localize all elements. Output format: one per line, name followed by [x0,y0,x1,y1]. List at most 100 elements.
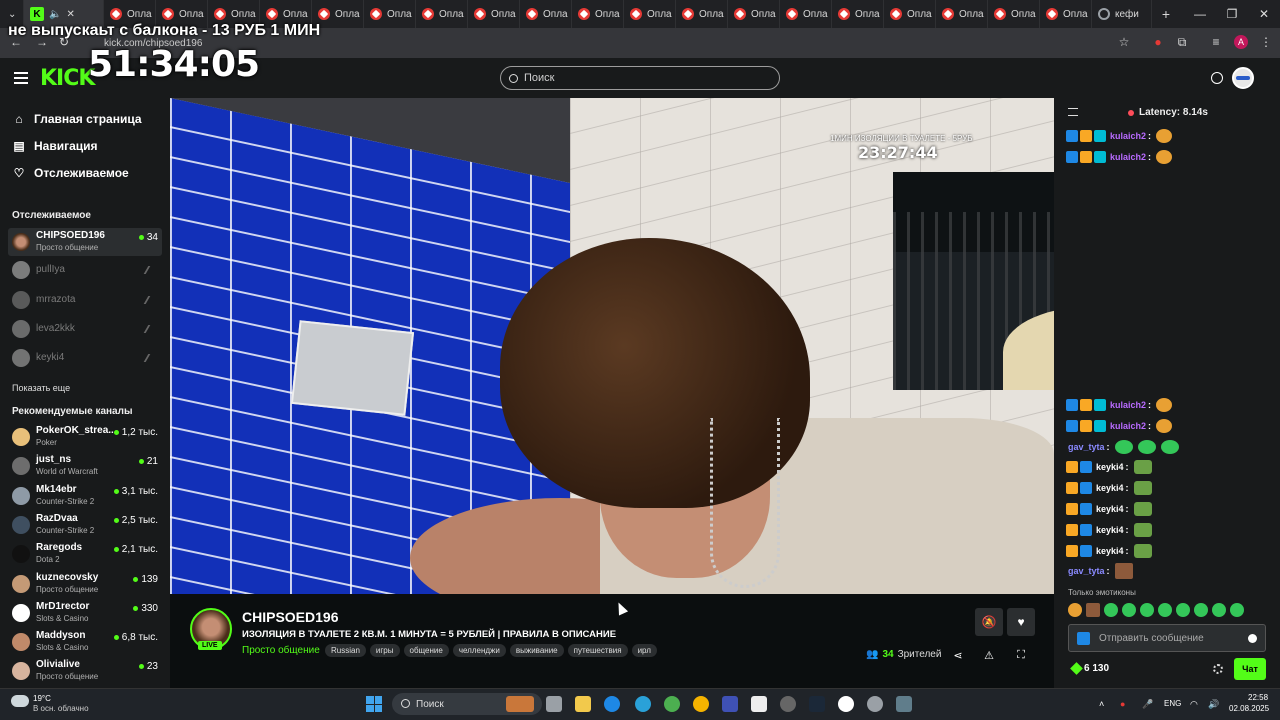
kick-logo[interactable]: KICK [40,66,95,91]
sidebar-channel[interactable]: Maddyson Slots & Casino 6,8 тыс. [8,628,162,656]
edge-icon[interactable] [604,696,620,712]
document-app-icon[interactable] [751,696,767,712]
emote-icon[interactable] [1104,603,1118,617]
chat-username[interactable]: keyki4 [1096,462,1124,472]
menu-hamburger-icon[interactable] [14,72,28,84]
browser-tab[interactable]: Опла [936,0,988,28]
tray-app-icon[interactable]: ● [1120,699,1130,709]
browser-tab[interactable]: Опла [884,0,936,28]
browser-tab[interactable]: Опла [780,0,832,28]
emote-icon[interactable] [1086,603,1100,617]
emote-icon[interactable] [1122,603,1136,617]
extension-icon[interactable]: ● [1150,34,1166,50]
chat-username[interactable]: kulaich2 [1110,421,1146,431]
stream-tag[interactable]: Russian [325,644,366,657]
wifi-icon[interactable]: ◠ [1190,699,1200,709]
sidebar-channel[interactable]: Raregods Dota 2 2,1 тыс. [8,540,162,568]
nav-following[interactable]: ♡ Отслеживаемое [12,166,129,180]
stream-tag[interactable]: челленджи [452,644,506,657]
browser-tab[interactable]: Опла [676,0,728,28]
share-icon[interactable]: ⋖ [951,648,965,662]
yandex-music-icon[interactable] [693,696,709,712]
tray-expand-icon[interactable]: ˄ [1099,699,1109,709]
tab-close-icon[interactable]: ✕ [66,9,74,20]
chat-username[interactable]: keyki4 [1096,483,1124,493]
show-more-link[interactable]: Показать еще [12,383,70,393]
notifications-icon[interactable] [1211,72,1223,84]
sidebar-channel[interactable]: pullIya [8,256,162,284]
maximize-icon[interactable]: ❐ [1216,0,1248,28]
browser-tab[interactable]: Опла [364,0,416,28]
windows-start-icon[interactable] [366,696,382,712]
chrome-icon[interactable] [664,696,680,712]
chat-username[interactable]: kulaich2 [1110,152,1146,162]
channel-points[interactable]: 6 130 [1072,663,1109,674]
sidebar-channel[interactable]: kuznecovsky Просто общение 139 [8,570,162,598]
new-tab-button[interactable]: + [1152,0,1180,28]
chat-input-box[interactable] [1068,624,1266,652]
kick-badge-icon[interactable] [1077,632,1090,645]
stream-tag[interactable]: ирл [631,644,657,657]
sidebar-channel[interactable]: leva2kkk [8,315,162,343]
file-explorer-icon[interactable] [575,696,591,712]
report-icon[interactable]: ⚠ [982,648,996,662]
stream-tag[interactable]: общение [403,644,449,657]
browser-tab[interactable]: Опла [520,0,572,28]
yandex-browser-icon[interactable] [838,696,854,712]
weather-temp[interactable]: 19°C [33,694,51,703]
chart-app-icon[interactable] [722,696,738,712]
sidebar-channel[interactable]: CHIPSOED196 Просто общение 34 [8,228,162,256]
close-window-icon[interactable]: ✕ [1248,0,1280,28]
chat-username[interactable]: gav_tyta [1068,442,1105,452]
minimize-icon[interactable]: — [1184,0,1216,28]
emote-icon[interactable] [1140,603,1154,617]
calculator-icon[interactable] [896,696,912,712]
nav-home[interactable]: ⌂ Главная страница [12,112,141,126]
sidebar-channel[interactable]: RazDvaa Counter-Strike 2 2,5 тыс. [8,511,162,539]
stream-tag[interactable]: выживание [509,644,564,657]
app-icon[interactable] [780,696,796,712]
sidebar-channel[interactable]: Olivialive Просто общение 23 [8,657,162,685]
sidebar-channel[interactable]: just_ns World of Warcraft 21 [8,452,162,480]
stream-category[interactable]: Просто общение [242,645,320,656]
chat-username[interactable]: kulaich2 [1110,131,1146,141]
emoji-picker-icon[interactable] [1248,634,1257,643]
profile-avatar[interactable]: A [1234,35,1248,49]
emote-icon[interactable] [1230,603,1244,617]
browser-tab[interactable]: Опла [468,0,520,28]
volume-icon[interactable]: 🔊 [1208,699,1219,709]
chat-username[interactable]: keyki4 [1096,546,1124,556]
browser-menu-icon[interactable]: ⋮ [1258,34,1274,50]
microphone-icon[interactable]: 🎤 [1142,699,1153,709]
browser-tab[interactable]: Опла [572,0,624,28]
user-avatar[interactable] [1232,67,1254,89]
clock-date[interactable]: 02.08.2025 [1229,704,1269,713]
chat-collapse-icon[interactable] [1068,108,1078,116]
search-bar[interactable] [500,66,780,90]
bookmark-star-icon[interactable]: ☆ [1116,34,1132,50]
sidebar-channel[interactable]: mrrazota [8,286,162,314]
settings-icon[interactable] [867,696,883,712]
gear-icon[interactable] [1213,664,1223,674]
channel-name[interactable]: CHIPSOED196 [242,609,338,625]
extensions-puzzle-icon[interactable]: ⧉ [1174,34,1190,50]
emote-icon[interactable] [1212,603,1226,617]
theater-mode-icon[interactable]: ⛶ [1014,648,1028,662]
language-indicator[interactable]: ENG [1164,699,1181,708]
emote-icon[interactable] [1194,603,1208,617]
chat-username[interactable]: kulaich2 [1110,400,1146,410]
speaker-icon[interactable]: 🔈 [49,9,61,20]
follow-button[interactable]: ♥ [1007,608,1035,636]
emote-icon[interactable] [1176,603,1190,617]
sidebar-channel[interactable]: MrD1rector Slots & Casino 330 [8,599,162,627]
sidebar-channel[interactable]: keyki4 [8,344,162,372]
nav-browse[interactable]: ▤ Навигация [12,139,97,153]
browser-tab[interactable]: Опла [988,0,1040,28]
steam-icon[interactable] [809,696,825,712]
stream-tag[interactable]: путешествия [567,644,628,657]
media-control-icon[interactable]: ≡ [1208,34,1224,50]
chat-username[interactable]: keyki4 [1096,525,1124,535]
chat-send-button[interactable]: Чат [1234,658,1266,680]
browser-tab[interactable]: Опла [416,0,468,28]
chat-username[interactable]: gav_tyta [1068,566,1105,576]
